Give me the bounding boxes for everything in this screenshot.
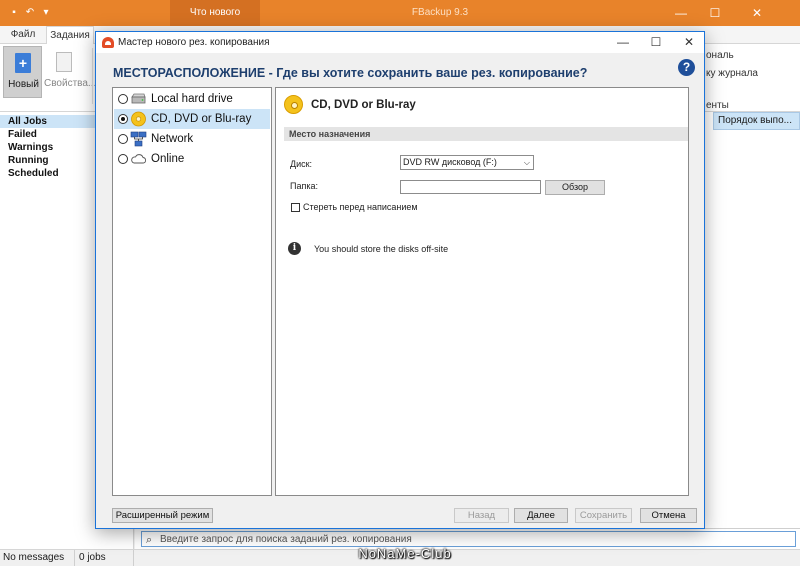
erase-before-writing-label[interactable]: Стереть перед написанием [303, 202, 418, 212]
save-button[interactable]: Сохранить [575, 508, 632, 523]
dialog-maximize-button[interactable]: ☐ [639, 32, 673, 53]
new-backup-wizard-dialog: Мастер нового рез. копирования — ☐ ✕ МЕС… [95, 31, 705, 529]
save-icon[interactable]: ▪ [8, 7, 20, 19]
location-details-panel: CD, DVD or Blu-ray Место назначения Диск… [275, 87, 689, 496]
maximize-button[interactable]: ☐ [698, 0, 732, 26]
radio-online[interactable] [118, 154, 128, 164]
search-icon: ⌕ [146, 534, 153, 546]
location-label: CD, DVD or Blu-ray [151, 113, 252, 125]
watermark: NoNaMe-Club [358, 546, 452, 561]
radio-network[interactable] [118, 134, 128, 144]
new-document-icon: + [15, 53, 31, 73]
hard-drive-icon [131, 93, 146, 104]
properties-icon [56, 52, 72, 72]
status-messages: No messages [0, 550, 75, 566]
minimize-button[interactable]: — [664, 0, 698, 26]
tab-file[interactable]: Файл [4, 26, 42, 44]
sidebar-item-scheduled[interactable]: Scheduled [8, 167, 59, 180]
folder-label: Папка: [290, 181, 318, 191]
sidebar-item-failed[interactable]: Failed [8, 128, 37, 141]
whats-new-tab[interactable]: Что нового [170, 0, 260, 26]
network-icon [130, 131, 147, 147]
app-title-bar: ▪ ↶ ▾ Что нового FBackup 9.3 — ☐ ✕ [0, 0, 800, 26]
location-local-hard-drive[interactable]: Local hard drive [114, 89, 270, 109]
cancel-button[interactable]: Отмена [640, 508, 697, 523]
radio-local-hard-drive[interactable] [118, 94, 128, 104]
quick-access-dropdown-icon[interactable]: ▾ [40, 7, 52, 19]
dialog-title: Мастер нового рез. копирования [118, 37, 270, 48]
folder-input[interactable] [400, 180, 541, 194]
status-jobs-count: 0 jobs [76, 550, 134, 566]
ribbon-fragment-2[interactable]: ку журнала [706, 68, 758, 79]
dialog-minimize-button[interactable]: — [606, 32, 640, 53]
cloud-icon [131, 154, 147, 164]
info-message: You should store the disks off-site [314, 244, 449, 254]
disc-icon [131, 111, 146, 127]
ribbon-fragment-3: енты [706, 100, 729, 111]
back-button[interactable]: Назад [454, 508, 509, 523]
disk-select[interactable]: DVD RW дисковод (F:) ⌵ [400, 155, 534, 170]
location-label: Online [151, 153, 185, 165]
destination-section-header: Место назначения [284, 127, 688, 141]
properties-button[interactable]: Свойства... [44, 46, 97, 98]
location-cd-dvd-bluray[interactable]: CD, DVD or Blu-ray [114, 109, 270, 129]
sidebar-item-running[interactable]: Running [8, 154, 49, 167]
erase-before-writing-checkbox[interactable] [291, 203, 300, 212]
ribbon-separator [92, 48, 93, 104]
chevron-down-icon: ⌵ [523, 158, 530, 167]
location-network[interactable]: Network [114, 129, 270, 149]
next-button[interactable]: Далее [514, 508, 568, 523]
new-job-label: Новый [8, 79, 39, 90]
location-label: Network [151, 133, 194, 145]
disk-select-value: DVD RW дисковод (F:) [403, 157, 497, 167]
app-logo-icon [102, 37, 114, 48]
app-title: FBackup 9.3 [411, 7, 469, 18]
info-icon: i [288, 242, 301, 255]
advanced-mode-button[interactable]: Расширенный режим [112, 508, 213, 523]
new-job-button[interactable]: + Новый [3, 46, 42, 98]
radio-cd-dvd-bluray[interactable] [118, 114, 128, 124]
browse-button[interactable]: Обзор [545, 180, 605, 195]
location-online[interactable]: Online [114, 149, 270, 169]
details-title: CD, DVD or Blu-ray [311, 99, 416, 111]
wizard-heading: МЕСТОРАСПОЛОЖЕНИЕ - Где вы хотите сохран… [113, 66, 588, 80]
disc-icon [284, 95, 303, 114]
location-list: Local hard drive CD, DVD or Blu-ray Netw… [112, 87, 272, 496]
help-icon[interactable]: ? [678, 59, 695, 76]
back-arrow-icon[interactable]: ↶ [24, 7, 36, 19]
column-header-order[interactable]: Порядок выпо... [713, 112, 800, 130]
tab-jobs[interactable]: Задания [46, 26, 94, 44]
sidebar-item-warnings[interactable]: Warnings [8, 141, 53, 154]
disk-label: Диск: [290, 159, 313, 169]
ribbon-fragment-1[interactable]: ональ [706, 50, 734, 61]
dialog-close-button[interactable]: ✕ [672, 32, 706, 53]
location-label: Local hard drive [151, 93, 233, 105]
close-button[interactable]: ✕ [740, 0, 774, 26]
properties-label: Свойства... [44, 78, 97, 89]
dialog-title-bar: Мастер нового рез. копирования — ☐ ✕ [96, 32, 704, 53]
